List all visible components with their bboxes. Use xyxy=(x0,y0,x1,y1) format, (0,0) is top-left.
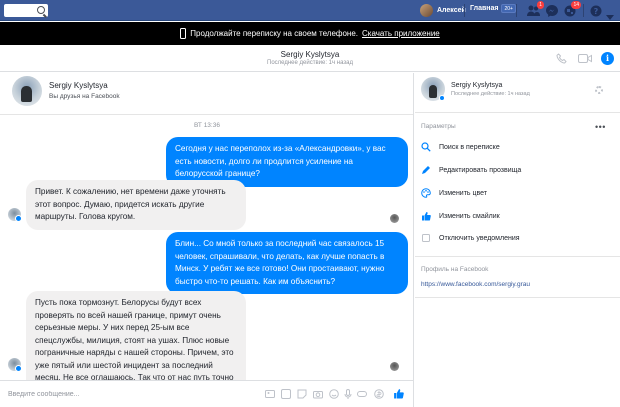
phone-call-icon[interactable] xyxy=(556,53,567,64)
option-label: Редактировать прозвища xyxy=(439,166,522,174)
facebook-topbar: Алексей Главная 20+ 1 14 ? xyxy=(0,0,620,21)
seen-indicator-avatar xyxy=(390,362,399,371)
help-icon: ? xyxy=(590,5,602,17)
profile-section-title: Профиль на Facebook xyxy=(421,266,489,273)
divider xyxy=(415,297,620,298)
panel-contact-status: Последнее действие: 1ч назад xyxy=(451,91,530,97)
notifications-button[interactable]: 14 xyxy=(563,1,581,17)
online-indicator xyxy=(439,95,445,101)
message-input[interactable] xyxy=(8,387,258,401)
microphone-icon[interactable] xyxy=(343,389,353,399)
user-avatar xyxy=(420,4,433,17)
message-composer xyxy=(0,380,413,407)
more-options-icon[interactable]: ••• xyxy=(595,122,606,132)
money-icon[interactable] xyxy=(374,389,384,399)
sticker-icon[interactable] xyxy=(297,389,307,399)
settings-section-title: Параметры xyxy=(421,123,456,130)
gif-icon[interactable] xyxy=(281,389,291,399)
friends-count-badge: 1 xyxy=(537,1,544,9)
topbar-separator xyxy=(516,4,517,17)
option-edit-nicknames[interactable]: Редактировать прозвища xyxy=(421,164,521,176)
option-label: Изменить смайлик xyxy=(439,212,500,220)
search-box[interactable] xyxy=(4,4,48,17)
message-timestamp: ВТ 13:36 xyxy=(194,122,220,129)
messenger-icon xyxy=(546,5,558,17)
download-app-link[interactable]: Скачать приложение xyxy=(362,29,440,38)
app-download-banner: Продолжайте переписку на своем телефоне.… xyxy=(0,22,620,45)
contact-avatar-small xyxy=(8,208,22,222)
option-label: Отключить уведомления xyxy=(439,234,520,242)
seen-indicator-avatar xyxy=(390,214,399,223)
option-label: Изменить цвет xyxy=(439,189,488,197)
topbar-separator xyxy=(464,4,465,17)
conversation-details-panel: Sergiy Kyslytsya Последнее действие: 1ч … xyxy=(415,73,620,407)
chat-area[interactable]: Sergiy Kyslytsya Вы друзья на Facebook В… xyxy=(0,73,414,407)
video-call-icon[interactable] xyxy=(578,54,592,63)
search-icon xyxy=(421,142,431,152)
topbar-profile-link[interactable]: Алексей xyxy=(420,4,466,17)
option-mute-notifications[interactable]: Отключить уведомления xyxy=(421,232,520,244)
option-search-in-conversation[interactable]: Поиск в переписке xyxy=(421,141,500,153)
panel-contact-name[interactable]: Sergiy Kyslytsya xyxy=(451,82,502,89)
contact-name[interactable]: Sergiy Kyslytsya xyxy=(49,81,108,90)
svg-text:?: ? xyxy=(594,7,599,16)
checkbox-icon xyxy=(422,234,430,242)
help-button[interactable]: ? xyxy=(590,4,604,17)
caret-down-icon xyxy=(606,15,614,20)
palette-icon xyxy=(421,188,431,198)
contact-avatar-small xyxy=(8,358,22,372)
topbar-separator xyxy=(583,4,584,17)
outgoing-message-bubble[interactable]: Блин... Со мной только за последний час … xyxy=(166,232,408,294)
divider xyxy=(415,112,620,113)
incoming-message-bubble[interactable]: Привет. К сожалению, нет времени даже ут… xyxy=(26,180,246,230)
home-count-badge: 20+ xyxy=(501,4,516,13)
conversation-header: Sergiy Kyslytsya Последнее действие: 1ч … xyxy=(0,45,620,72)
messages-button[interactable] xyxy=(545,4,559,17)
friend-requests-button[interactable]: 1 xyxy=(526,1,544,17)
home-label: Главная xyxy=(470,5,499,12)
phone-icon xyxy=(180,28,187,39)
option-change-color[interactable]: Изменить цвет xyxy=(421,187,487,199)
emoji-icon[interactable] xyxy=(329,389,339,399)
divider xyxy=(415,256,620,257)
option-change-emoji[interactable]: Изменить смайлик xyxy=(421,210,500,222)
thumbs-up-icon[interactable] xyxy=(393,388,404,399)
thumbs-up-icon xyxy=(422,212,431,221)
camera-icon[interactable] xyxy=(313,389,323,399)
home-link[interactable]: Главная 20+ xyxy=(470,4,516,13)
notifications-count-badge: 14 xyxy=(571,1,581,9)
conversation-info-icon[interactable]: i xyxy=(601,52,614,65)
game-icon[interactable] xyxy=(357,389,367,399)
account-menu-button[interactable] xyxy=(606,8,614,20)
conversation-status: Последнее действие: 1ч назад xyxy=(267,60,353,66)
divider xyxy=(0,114,413,115)
facebook-profile-link[interactable]: https://www.facebook.com/sergiy.grau xyxy=(421,281,530,288)
contact-avatar[interactable] xyxy=(12,76,42,106)
user-name: Алексей xyxy=(437,7,466,14)
gear-icon[interactable] xyxy=(595,86,603,94)
conversation-title: Sergiy Kyslytsya xyxy=(280,50,340,59)
pencil-icon xyxy=(422,166,430,174)
banner-text: Продолжайте переписку на своем телефоне. xyxy=(190,29,359,38)
contact-subtitle: Вы друзья на Facebook xyxy=(49,93,120,100)
image-icon[interactable] xyxy=(265,389,275,399)
search-icon[interactable] xyxy=(37,6,45,14)
option-label: Поиск в переписке xyxy=(439,143,500,151)
